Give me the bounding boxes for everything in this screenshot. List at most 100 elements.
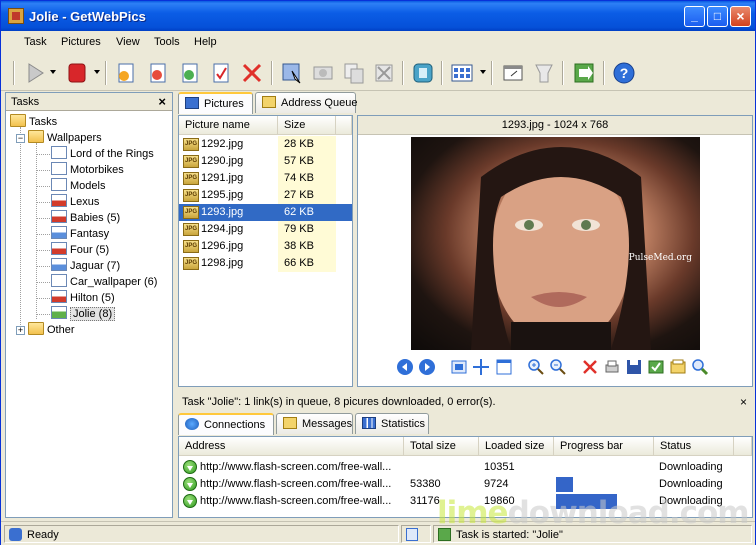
column-status[interactable]: Status	[654, 437, 734, 456]
picture-row[interactable]: JPG 1296.jpg 38 KB	[179, 238, 352, 255]
set-wallpaper-icon[interactable]	[647, 358, 665, 376]
connection-progress-bar	[556, 477, 573, 492]
tree-item-models[interactable]: Models	[51, 178, 105, 194]
picture-row[interactable]: JPG 1295.jpg 27 KB	[179, 187, 352, 204]
picture-row[interactable]: JPG 1298.jpg 66 KB	[179, 255, 352, 272]
task-active-icon	[51, 306, 67, 319]
remove-picture-icon[interactable]	[372, 61, 396, 85]
close-button[interactable]: ×	[730, 6, 751, 27]
window-icon[interactable]	[501, 61, 525, 85]
task-page-icon	[51, 274, 67, 287]
tree-item-jaguar[interactable]: Jaguar (7)	[51, 258, 120, 274]
close-panel-icon[interactable]: ×	[158, 94, 166, 109]
column-loaded-size[interactable]: Loaded size	[479, 437, 554, 456]
connection-status: Downloading	[659, 461, 723, 473]
tree-item-motorbikes[interactable]: Motorbikes	[51, 162, 124, 178]
select-picture-icon[interactable]	[280, 61, 304, 85]
delete-task-icon[interactable]	[240, 61, 264, 85]
delete-picture-icon[interactable]	[581, 358, 599, 376]
view-dropdown-arrow[interactable]	[480, 70, 486, 74]
stop-icon[interactable]	[65, 61, 89, 85]
tree-node-tasks-root[interactable]: Tasks	[10, 114, 57, 130]
column-size[interactable]: Size	[278, 116, 336, 135]
connection-row[interactable]: http://www.flash-screen.com/free-wall...…	[179, 476, 752, 493]
copy-picture-icon[interactable]	[342, 61, 366, 85]
properties-icon[interactable]	[669, 358, 687, 376]
connection-loaded-size: 10351	[484, 461, 515, 473]
connection-row[interactable]: http://www.flash-screen.com/free-wall...…	[179, 459, 752, 476]
tree-node-other[interactable]: Other	[28, 322, 75, 338]
picture-size: 28 KB	[284, 138, 314, 150]
minimize-button[interactable]: _	[684, 6, 705, 27]
picture-name: 1296.jpg	[201, 240, 244, 252]
picture-row[interactable]: JPG 1293.jpg 62 KB	[179, 204, 352, 221]
preview-image: PulseMed.org	[411, 137, 700, 350]
tab-pictures[interactable]: Pictures	[178, 92, 253, 114]
zoom-in-icon[interactable]	[527, 358, 545, 376]
zoom-out-icon[interactable]	[549, 358, 567, 376]
column-progress-bar[interactable]: Progress bar	[554, 437, 654, 456]
menu-tools[interactable]: Tools	[154, 36, 180, 48]
next-icon[interactable]	[418, 358, 436, 376]
help-icon[interactable]: ?	[612, 61, 636, 85]
picture-row[interactable]: JPG 1291.jpg 74 KB	[179, 170, 352, 187]
jpg-file-icon: JPG	[183, 240, 199, 253]
tree-item-four[interactable]: Four (5)	[51, 242, 109, 258]
column-address[interactable]: Address	[179, 437, 404, 456]
stop-dropdown-arrow[interactable]	[94, 70, 100, 74]
tree-node-wallpapers[interactable]: Wallpapers	[28, 130, 102, 146]
toolbar-separator	[105, 61, 107, 85]
start-icon[interactable]	[23, 61, 47, 85]
stretch-icon[interactable]	[472, 358, 490, 376]
picture-row[interactable]: JPG 1294.jpg 79 KB	[179, 221, 352, 238]
new-task-icon[interactable]	[114, 61, 138, 85]
check-task-icon[interactable]	[209, 61, 233, 85]
tree-item-babies[interactable]: Babies (5)	[51, 210, 120, 226]
picture-row[interactable]: JPG 1292.jpg 28 KB	[179, 136, 352, 153]
connection-row[interactable]: http://www.flash-screen.com/free-wall...…	[179, 493, 752, 510]
thumbnails-view-icon[interactable]	[450, 61, 474, 85]
address-queue-icon	[262, 96, 276, 108]
tab-address-queue[interactable]: Address Queue	[255, 92, 357, 113]
task-properties-icon[interactable]	[178, 61, 202, 85]
folder-icon	[10, 114, 26, 127]
menu-task[interactable]: Task	[24, 36, 47, 48]
refresh-icon[interactable]	[411, 61, 435, 85]
tree-item-car-wallpaper[interactable]: Car_wallpaper (6)	[51, 274, 157, 290]
maximize-button[interactable]: □	[707, 6, 728, 27]
search-picture-icon[interactable]	[691, 358, 709, 376]
column-total-size[interactable]: Total size	[404, 437, 479, 456]
export-icon[interactable]	[572, 61, 596, 85]
title-bar[interactable]: Jolie - GetWebPics _ □ ×	[1, 1, 755, 31]
menu-pictures[interactable]: Pictures	[61, 36, 101, 48]
download-picture-icon[interactable]	[311, 61, 335, 85]
menu-view[interactable]: View	[116, 36, 140, 48]
clean-icon[interactable]	[532, 61, 556, 85]
tree-item-fantasy[interactable]: Fantasy	[51, 226, 109, 242]
print-icon[interactable]	[603, 358, 621, 376]
column-picture-name[interactable]: Picture name	[179, 116, 278, 135]
new-folder-task-icon[interactable]	[146, 61, 170, 85]
column-filler	[336, 116, 352, 135]
tree-item-lexus[interactable]: Lexus	[51, 194, 99, 210]
document-icon	[406, 528, 418, 541]
expand-other-toggle[interactable]: +	[16, 326, 25, 335]
tree-item-jolie[interactable]: Jolie (8)	[51, 306, 116, 322]
picture-row[interactable]: JPG 1290.jpg 57 KB	[179, 153, 352, 170]
actual-size-icon[interactable]	[495, 358, 513, 376]
save-icon[interactable]	[625, 358, 643, 376]
tab-messages[interactable]: Messages	[276, 413, 353, 434]
fit-to-window-icon[interactable]	[450, 358, 468, 376]
tab-connections[interactable]: Connections	[178, 413, 274, 435]
connection-status: Downloading	[659, 478, 723, 490]
tree-item-lord-of-the-rings[interactable]: Lord of the Rings	[51, 146, 154, 162]
start-dropdown-arrow[interactable]	[50, 70, 56, 74]
close-status-icon[interactable]: ×	[740, 392, 747, 413]
status-task-cell: Task is started: "Jolie"	[433, 525, 752, 543]
tab-statistics[interactable]: Statistics	[355, 413, 429, 434]
menu-help[interactable]: Help	[194, 36, 217, 48]
tasks-panel: Tasks × Tasks − Wallpapers Lord of the R…	[5, 92, 173, 518]
collapse-wallpapers-toggle[interactable]: −	[16, 134, 25, 143]
previous-icon[interactable]	[396, 358, 414, 376]
tree-item-hilton[interactable]: Hilton (5)	[51, 290, 115, 306]
